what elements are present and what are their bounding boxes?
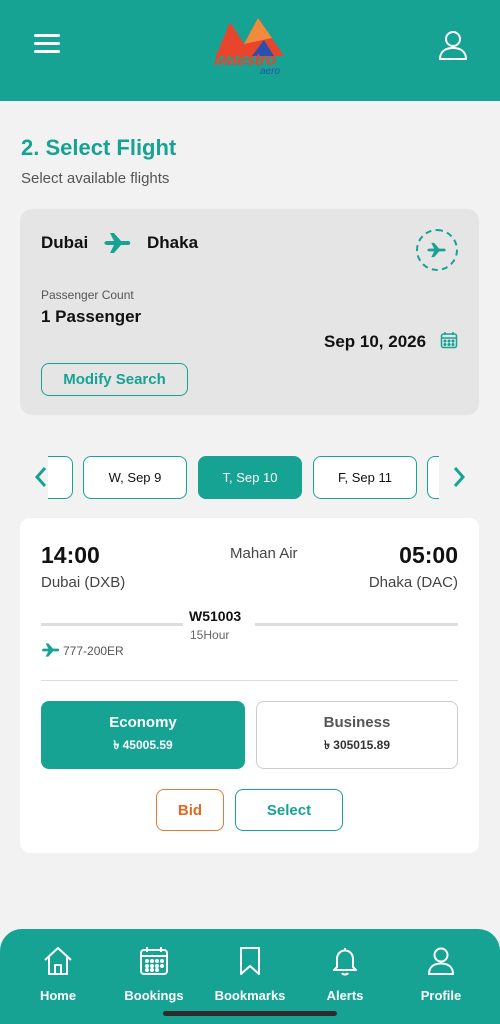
- plane-icon: [41, 643, 60, 657]
- airline-name: Mahan Air: [230, 545, 298, 562]
- nav-label: Profile: [420, 988, 462, 1003]
- fare-class-label: Business: [323, 713, 391, 731]
- fare-economy-option[interactable]: Economy ৳ 45005.59: [41, 701, 245, 769]
- plane-icon: [104, 233, 131, 253]
- destination-city: Dhaka: [147, 233, 199, 252]
- home-icon: [44, 947, 72, 975]
- fare-business-option[interactable]: Business ৳ 305015.89: [256, 701, 458, 769]
- date-chip-sep-11[interactable]: F, Sep 11: [313, 456, 417, 499]
- nav-item-bookmarks[interactable]: Bookmarks: [205, 945, 295, 1015]
- bid-button[interactable]: Bid: [156, 789, 224, 831]
- travel-date: Sep 10, 2026: [324, 332, 427, 351]
- nav-label: Home: [39, 988, 77, 1003]
- menu-icon[interactable]: [34, 34, 60, 54]
- departure-city: Dubai (DXB): [41, 574, 126, 591]
- fare-class-label: Economy: [109, 713, 177, 731]
- plane-icon: [427, 242, 446, 258]
- arrival-time: 05:00: [399, 542, 458, 568]
- page-title: 2. Select Flight: [21, 135, 177, 160]
- date-chip-sep-9[interactable]: W, Sep 9: [83, 456, 187, 499]
- calendar-icon: [140, 947, 168, 975]
- route-line: [41, 623, 183, 626]
- home-indicator: [163, 1011, 337, 1016]
- fare-price: ৳ 305015.89: [323, 737, 391, 752]
- nav-item-bookings[interactable]: Bookings: [109, 945, 199, 1015]
- user-icon[interactable]: [436, 28, 470, 62]
- nav-item-alerts[interactable]: Alerts: [300, 945, 390, 1015]
- nav-item-home[interactable]: Home: [13, 945, 103, 1015]
- search-summary-card: Dubai Dhaka Passenger Count 1 Passenger …: [20, 209, 479, 415]
- nav-label: Alerts: [326, 988, 364, 1003]
- nav-label: Bookings: [124, 988, 184, 1003]
- arrival-city: Dhaka (DAC): [368, 574, 458, 591]
- app-logo: Maestro aero: [208, 14, 294, 77]
- passenger-count-value: 1 Passenger: [41, 307, 142, 326]
- app-header: Maestro aero: [0, 0, 500, 101]
- departure-time: 14:00: [41, 542, 100, 568]
- date-chip-partial[interactable]: [48, 456, 73, 499]
- fare-price: ৳ 45005.59: [113, 737, 173, 752]
- divider: [41, 680, 458, 681]
- route-line: [255, 623, 458, 626]
- chevron-right-icon[interactable]: [450, 464, 468, 490]
- flight-number: W51003: [189, 608, 242, 624]
- passenger-count-label: Passenger Count: [41, 288, 134, 302]
- nav-item-profile[interactable]: Profile: [396, 945, 486, 1015]
- aircraft-model: 777-200ER: [63, 644, 124, 658]
- flight-duration: 15Hour: [190, 628, 230, 642]
- flight-result-card: 14:00 Mahan Air 05:00 Dubai (DXB) Dhaka …: [20, 518, 479, 853]
- bookmark-icon: [240, 947, 260, 975]
- bell-icon: [333, 948, 357, 976]
- modify-search-button[interactable]: Modify Search: [41, 363, 188, 396]
- date-chip-partial[interactable]: [427, 456, 439, 499]
- nav-label: Bookmarks: [214, 988, 286, 1003]
- select-button[interactable]: Select: [235, 789, 343, 831]
- flight-circle-icon: [416, 229, 458, 271]
- bottom-navigation: Home Bookings Bookmarks Alerts Profile: [0, 929, 500, 1024]
- origin-city: Dubai: [41, 233, 89, 252]
- logo-subtext: aero: [260, 66, 281, 77]
- calendar-icon[interactable]: [440, 331, 458, 349]
- user-icon: [427, 947, 455, 975]
- page-subtitle: Select available flights: [21, 170, 170, 187]
- date-chip-sep-10[interactable]: T, Sep 10: [198, 456, 302, 499]
